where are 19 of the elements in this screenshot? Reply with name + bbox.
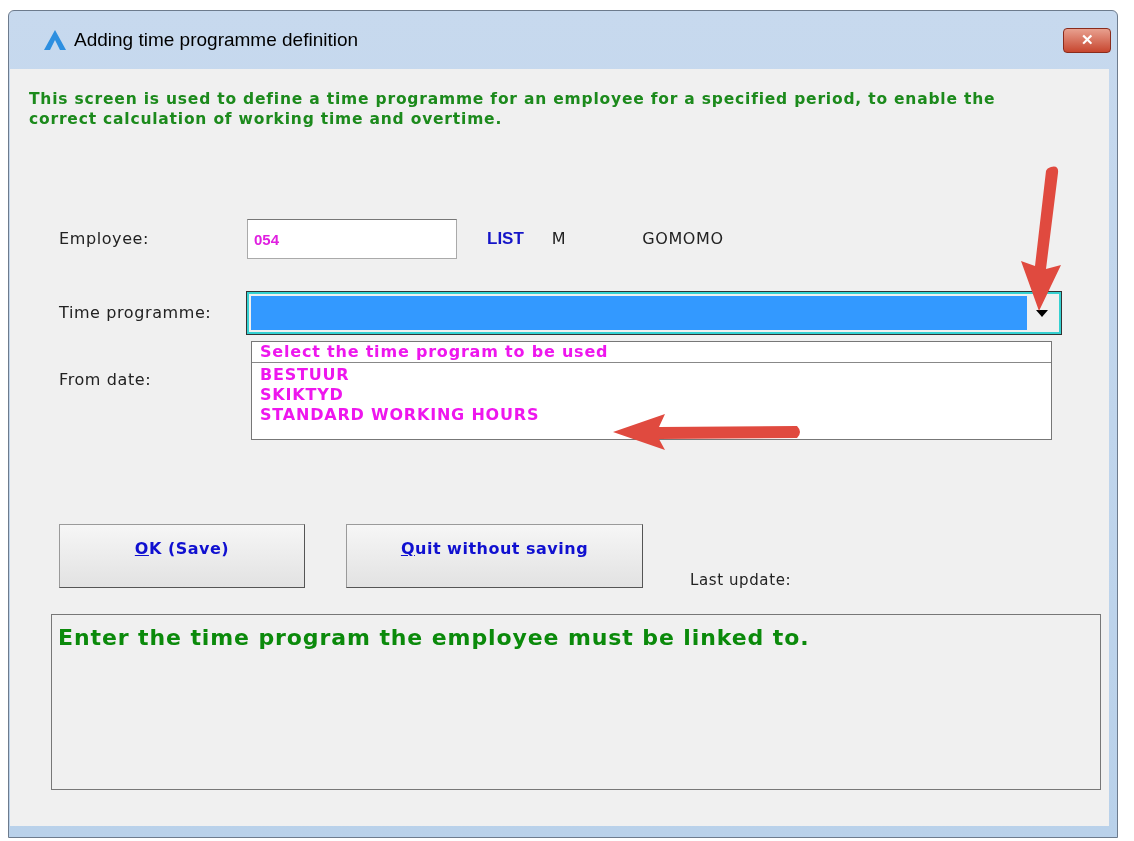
- list-option[interactable]: STANDARD WORKING HOURS: [252, 405, 1051, 425]
- close-button[interactable]: ✕: [1063, 27, 1111, 53]
- quit-button[interactable]: Quit without saving: [346, 524, 643, 588]
- last-update-label: Last update:: [690, 569, 792, 591]
- window-title: Adding time programme definition: [74, 27, 359, 52]
- employee-name: GOMOMO: [642, 228, 724, 250]
- gender-text: M: [551, 228, 567, 250]
- field-label: Employee:: [59, 228, 151, 250]
- save-button[interactable]: OK (Save): [59, 524, 305, 588]
- message-text: Enter the time program the employee must be linked to.: [58, 624, 811, 652]
- list-header: Select the time program to be used: [252, 342, 1051, 363]
- app-logo-icon: [44, 30, 66, 50]
- list-option[interactable]: BESTUUR: [252, 365, 1051, 385]
- employee-input[interactable]: 054: [247, 219, 457, 259]
- list-option[interactable]: SKIKTYD: [252, 385, 1051, 405]
- list-link[interactable]: LIST: [487, 226, 524, 252]
- field-label: Time programme:: [59, 302, 213, 324]
- field-label: From date:: [59, 369, 152, 391]
- intro-text: This screen is used to define a time programme for an employee for a specified period, to enable the correct calculation of working time and overtime.: [29, 89, 997, 129]
